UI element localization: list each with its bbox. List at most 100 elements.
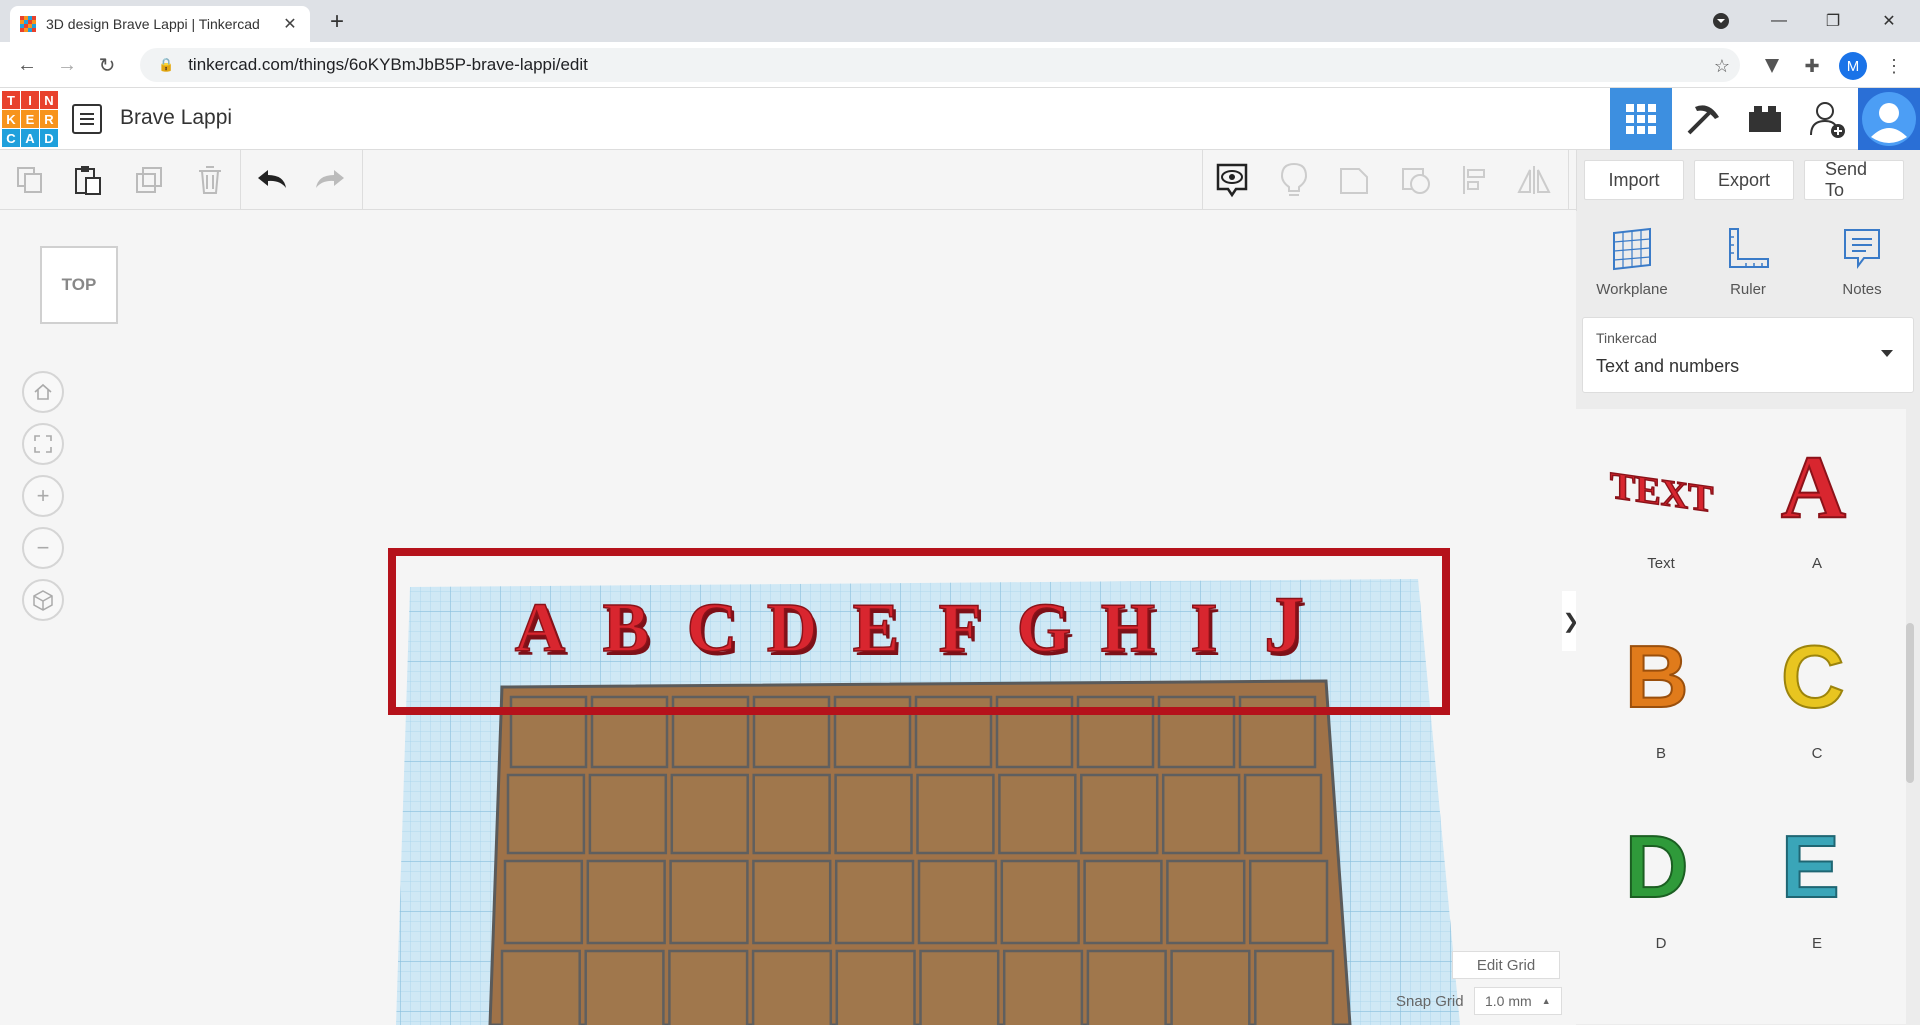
browser-tab[interactable]: 3D design Brave Lappi | Tinkercad ✕ xyxy=(10,6,310,42)
shape-a[interactable]: A A xyxy=(1742,409,1892,579)
close-window-icon[interactable]: ✕ xyxy=(1862,0,1916,42)
delete-button[interactable] xyxy=(192,162,228,198)
tab-search-icon[interactable] xyxy=(1694,0,1748,42)
project-name[interactable]: Brave Lappi xyxy=(120,106,232,130)
bricks-button[interactable] xyxy=(1734,88,1796,150)
browser-tab-bar: 3D design Brave Lappi | Tinkercad ✕ + — … xyxy=(0,0,1920,42)
shape-b[interactable]: B B xyxy=(1586,599,1736,769)
edit-grid-button[interactable]: Edit Grid xyxy=(1452,951,1560,979)
ungroup-button[interactable] xyxy=(1398,162,1434,198)
minimize-icon[interactable]: — xyxy=(1752,0,1806,42)
user-avatar[interactable] xyxy=(1858,88,1920,150)
workplane-tool[interactable]: Workplane xyxy=(1582,227,1682,298)
collapse-panel-button[interactable]: ❯ xyxy=(1562,591,1576,651)
show-all-button[interactable] xyxy=(1214,162,1250,198)
undo-icon xyxy=(258,170,286,188)
category-name: Text and numbers xyxy=(1596,356,1740,376)
close-tab-icon[interactable]: ✕ xyxy=(280,14,300,34)
restore-icon[interactable]: ❐ xyxy=(1806,0,1860,42)
tab-title: 3D design Brave Lappi | Tinkercad xyxy=(46,16,260,32)
ruler-tool[interactable]: Ruler xyxy=(1698,227,1798,298)
logo-letter: T xyxy=(2,91,20,109)
ungroup-icon xyxy=(1402,168,1430,194)
address-bar: ← → ↻ 🔒 tinkercad.com/things/6oKYBmJbB5P… xyxy=(0,42,1920,88)
grid-cell xyxy=(670,773,749,855)
letter-g[interactable]: G xyxy=(1016,589,1072,668)
letter-d[interactable]: D xyxy=(766,589,818,668)
bookmark-star-icon[interactable]: ☆ xyxy=(1708,52,1736,80)
avatar-icon xyxy=(1862,92,1916,146)
a-shape-thumbnail: A xyxy=(1757,427,1877,547)
extensions-puzzle-icon[interactable]: ✚ xyxy=(1798,52,1826,80)
grid-cell xyxy=(835,949,916,1025)
undo-button[interactable] xyxy=(254,162,290,198)
paste-button[interactable] xyxy=(70,162,106,198)
design-menu-icon[interactable] xyxy=(72,104,102,134)
export-button[interactable]: Export xyxy=(1694,160,1794,200)
reload-icon[interactable]: ↻ xyxy=(92,50,122,80)
copy-button[interactable] xyxy=(12,162,48,198)
shape-list-scrollbar[interactable] xyxy=(1906,623,1914,783)
group-button[interactable] xyxy=(1336,162,1372,198)
edit-toolbar xyxy=(0,150,1576,210)
duplicate-icon xyxy=(136,167,162,193)
grid-cell xyxy=(1000,859,1080,945)
grid-cell xyxy=(834,773,913,855)
import-button[interactable]: Import xyxy=(1584,160,1684,200)
workplane-canvas[interactable]: AABBCCDDEEFFGGHHIIJJ TOP + − ❯ Edit Grid… xyxy=(0,211,1576,1025)
forward-icon[interactable]: → xyxy=(52,50,82,80)
grid-cell xyxy=(586,859,666,945)
cube-icon xyxy=(33,590,53,611)
notes-tool[interactable]: Notes xyxy=(1812,227,1912,298)
grid-cell xyxy=(503,859,584,945)
shape-label: A xyxy=(1811,555,1822,572)
zoom-out-button[interactable]: − xyxy=(22,527,64,569)
logo-letter: C xyxy=(2,129,20,147)
fit-view-button[interactable] xyxy=(22,423,64,465)
chevron-down-icon xyxy=(1881,350,1893,357)
redo-button[interactable] xyxy=(312,162,348,198)
shape-d[interactable]: D D xyxy=(1586,789,1736,959)
mirror-button[interactable] xyxy=(1516,162,1552,198)
letter-f[interactable]: F xyxy=(938,589,982,668)
plus-icon: + xyxy=(36,483,50,508)
shape-c[interactable]: C C xyxy=(1742,599,1892,769)
letter-h[interactable]: H xyxy=(1100,589,1156,668)
d-shape-thumbnail: D xyxy=(1601,807,1721,927)
home-view-button[interactable] xyxy=(22,371,64,413)
grid-cell xyxy=(1170,949,1251,1025)
letter-e[interactable]: E xyxy=(852,589,900,668)
add-user-icon xyxy=(1810,102,1845,138)
workplane-label: Workplane xyxy=(1596,281,1668,298)
letter-c[interactable]: C xyxy=(686,589,738,668)
profile-avatar[interactable]: M xyxy=(1839,52,1867,80)
send-to-button[interactable]: Send To xyxy=(1804,159,1904,200)
d-shape-glyph: D xyxy=(1625,817,1689,916)
letter-a[interactable]: A xyxy=(514,589,567,668)
zoom-in-button[interactable]: + xyxy=(22,475,64,517)
tinkercad-logo[interactable]: TIN KER CAD xyxy=(2,91,58,147)
group-icon xyxy=(1340,168,1368,194)
browser-menu-icon[interactable]: ⋮ xyxy=(1880,52,1908,80)
back-icon[interactable]: ← xyxy=(12,50,42,80)
align-button[interactable] xyxy=(1458,162,1494,198)
letter-i[interactable]: I xyxy=(1190,589,1219,668)
duplicate-button[interactable] xyxy=(132,162,168,198)
shape-text[interactable]: TEXT Text xyxy=(1586,409,1736,579)
shape-e[interactable]: E E xyxy=(1742,789,1892,959)
perspective-button[interactable] xyxy=(22,579,64,621)
hint-button[interactable] xyxy=(1276,162,1312,198)
view-cube[interactable]: TOP xyxy=(40,246,118,324)
invite-user-button[interactable] xyxy=(1796,88,1858,150)
grid-cell xyxy=(1254,949,1335,1025)
b-shape-glyph: B xyxy=(1625,627,1689,726)
3d-view-button[interactable] xyxy=(1610,88,1672,150)
codeblocks-button[interactable] xyxy=(1672,88,1734,150)
url-input[interactable]: 🔒 tinkercad.com/things/6oKYBmJbB5P-brave… xyxy=(140,48,1740,82)
letter-j[interactable]: J xyxy=(1263,580,1305,670)
snap-grid-select[interactable]: 1.0 mm ▲ xyxy=(1474,987,1562,1015)
shape-library-dropdown[interactable]: Tinkercad Text and numbers xyxy=(1582,317,1914,393)
extension-icon[interactable] xyxy=(1758,52,1786,80)
letter-b[interactable]: B xyxy=(602,589,650,668)
new-tab-icon[interactable]: + xyxy=(322,8,352,38)
